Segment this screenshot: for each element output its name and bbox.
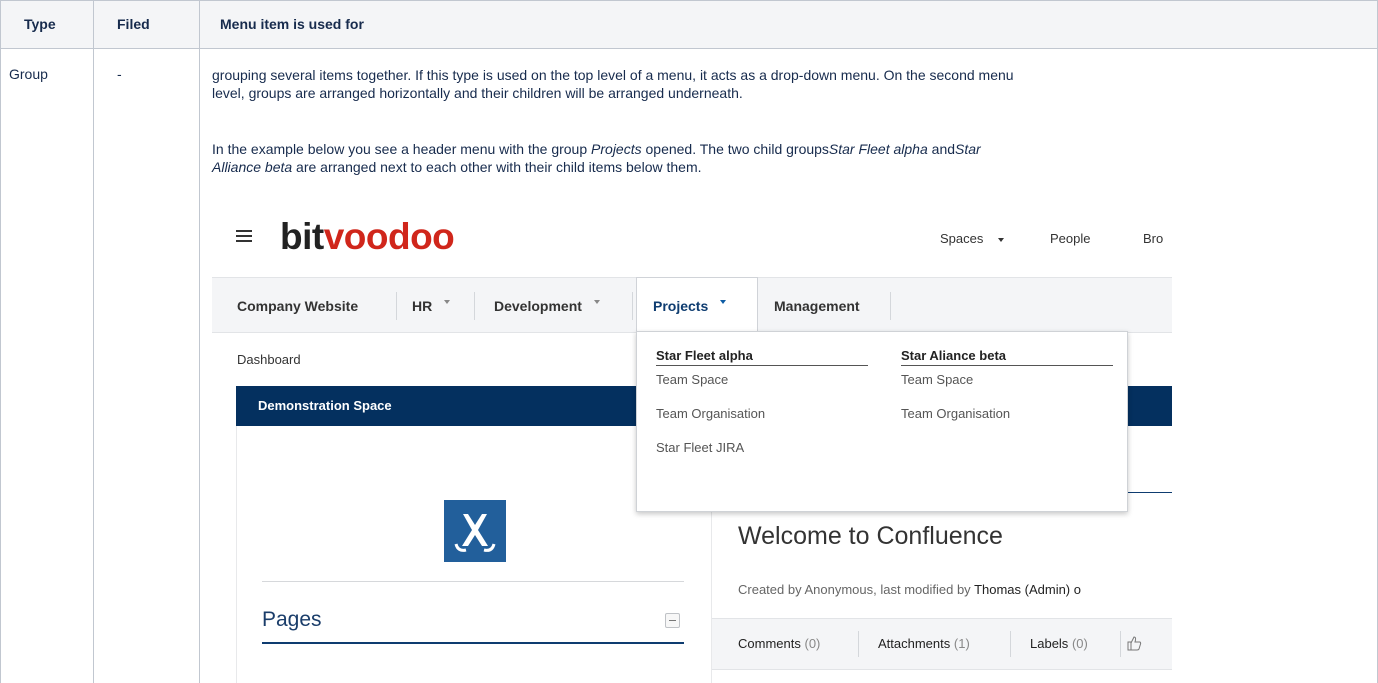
example-menu-screenshot: bitvoodoo Spaces People Bro Company Webs… — [212, 208, 1172, 683]
menu-company-website[interactable]: Company Website — [237, 278, 358, 334]
dropdown-item[interactable]: Star Fleet JIRA — [656, 437, 868, 459]
table-header-row — [0, 0, 1378, 49]
page-byline: Created by Anonymous, last modified by T… — [738, 582, 1081, 597]
description-line: level, groups are arranged horizontally … — [212, 85, 743, 101]
description-line: grouping several items together. If this… — [212, 67, 1014, 83]
tab-attachments[interactable]: Attachments (1) — [878, 619, 970, 669]
example-paragraph: In the example below you see a header me… — [212, 141, 981, 157]
bitvoodoo-logo: bitvoodoo — [280, 216, 455, 257]
menu-hr[interactable]: HR — [412, 278, 451, 334]
menu-management[interactable]: Management — [774, 278, 860, 334]
tab-divider — [1010, 631, 1011, 657]
topnav-browse[interactable]: Bro — [1143, 230, 1163, 248]
hamburger-icon[interactable] — [236, 230, 252, 243]
topnav-spaces[interactable]: Spaces — [940, 230, 1004, 248]
header-type: Type — [24, 16, 56, 32]
menu-divider — [890, 292, 891, 320]
cell-filed: - — [117, 66, 122, 82]
example-paragraph-cont: Alliance beta are arranged next to each … — [212, 159, 702, 175]
tab-comments[interactable]: Comments (0) — [738, 619, 820, 669]
menu-divider — [396, 292, 397, 320]
tab-divider — [858, 631, 859, 657]
header-menu-bar: Company Website HR Development Projects … — [212, 277, 1172, 335]
dropdown-item[interactable]: Team Organisation — [901, 403, 1113, 425]
group-star-fleet-alpha: Star Fleet alpha Team Space Team Organis… — [656, 348, 868, 459]
menu-development[interactable]: Development — [494, 278, 600, 334]
breadcrumb[interactable]: Dashboard — [237, 352, 301, 367]
header-description: Menu item is used for — [220, 16, 364, 32]
group-heading: Star Fleet alpha — [656, 348, 868, 366]
table-border-left — [0, 0, 1, 683]
tab-labels[interactable]: Labels (0) — [1030, 619, 1088, 669]
chevron-down-icon — [593, 300, 600, 305]
group-heading: Star Aliance beta — [901, 348, 1113, 366]
column-divider — [93, 0, 94, 683]
chevron-down-icon — [998, 237, 1004, 242]
chevron-down-icon — [720, 300, 727, 305]
menu-projects[interactable]: Projects — [636, 277, 758, 335]
dropdown-item[interactable]: Team Organisation — [656, 403, 868, 425]
topnav-people[interactable]: People — [1050, 230, 1090, 248]
group-star-aliance-beta: Star Aliance beta Team Space Team Organi… — [901, 348, 1113, 425]
page-tabs-bar: Comments (0) Attachments (1) Labels (0) — [712, 618, 1172, 670]
cell-type: Group — [9, 66, 48, 82]
projects-dropdown: Star Fleet alpha Team Space Team Organis… — [636, 331, 1128, 512]
space-logo-icon[interactable] — [444, 500, 506, 562]
collapse-icon[interactable] — [665, 613, 680, 628]
menu-divider — [632, 292, 633, 320]
space-title[interactable]: Demonstration Space — [258, 398, 392, 413]
sidebar-divider — [262, 581, 684, 582]
chevron-down-icon — [444, 300, 451, 305]
header-filed: Filed — [117, 16, 150, 32]
pages-underline — [262, 642, 684, 644]
author-link[interactable]: Thomas (Admin) o — [974, 582, 1081, 597]
menu-divider — [474, 292, 475, 320]
column-divider — [199, 0, 200, 683]
tab-divider — [1120, 631, 1121, 657]
like-icon[interactable] — [1126, 635, 1142, 651]
dropdown-item[interactable]: Team Space — [656, 369, 868, 391]
sidebar-pages-heading: Pages — [262, 608, 322, 631]
page-title: Welcome to Confluence — [738, 522, 1003, 550]
dropdown-item[interactable]: Team Space — [901, 369, 1113, 391]
